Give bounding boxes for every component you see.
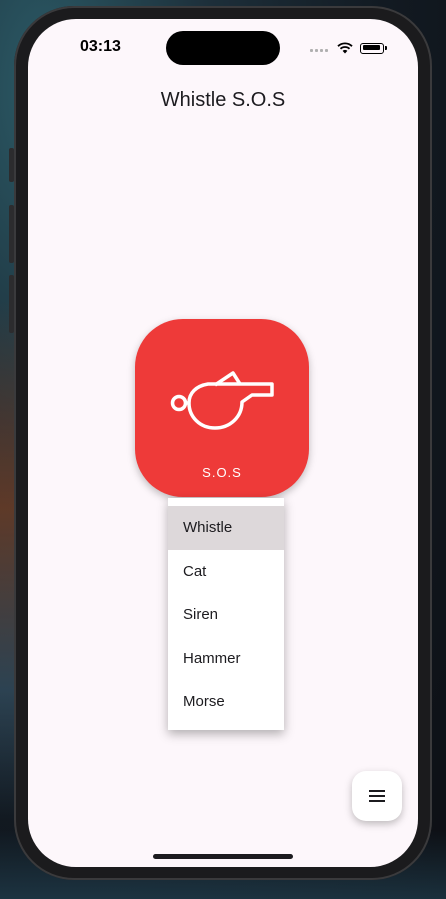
wifi-icon [337, 42, 353, 54]
menu-item-siren[interactable]: Siren [168, 593, 284, 637]
side-button [9, 275, 14, 333]
status-icons [310, 39, 387, 57]
sos-button[interactable]: S.O.S [135, 319, 309, 497]
menu-icon [369, 790, 385, 802]
status-time: 03:13 [80, 38, 121, 55]
side-button [9, 205, 14, 263]
whistle-icon [170, 371, 274, 430]
app-screen: 03:13 Whistle S.O.S S.O.S Pres elp. Pr [28, 19, 418, 867]
battery-icon [360, 42, 387, 54]
home-indicator[interactable] [153, 854, 293, 859]
page-title: Whistle S.O.S [160, 89, 286, 111]
side-button [9, 148, 14, 182]
sound-dropdown-menu: Whistle Cat Siren Hammer Morse [168, 498, 284, 730]
menu-item-cat[interactable]: Cat [168, 550, 284, 594]
signal-icon [310, 39, 330, 57]
sos-label: S.O.S [202, 465, 242, 480]
menu-item-hammer[interactable]: Hammer [168, 637, 284, 681]
dynamic-island [166, 31, 280, 65]
menu-item-whistle[interactable]: Whistle [168, 506, 284, 550]
menu-fab-button[interactable] [352, 771, 402, 821]
menu-item-morse[interactable]: Morse [168, 680, 284, 724]
